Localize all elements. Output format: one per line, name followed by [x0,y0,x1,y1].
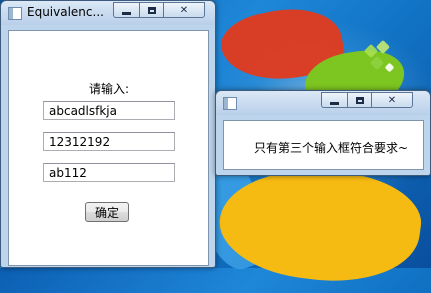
wallpaper-hexagons [362,39,402,82]
minimize-icon [122,11,131,15]
dialog-client: 只有第三个输入框符合要求~ [223,120,424,170]
main-window-title: Equivalenc... [27,5,104,19]
wallpaper-red-shape [216,0,348,92]
main-window-caption-buttons: ✕ [113,2,205,18]
close-icon: ✕ [179,4,189,16]
input-field-3[interactable]: ab112 [43,163,175,182]
input-field-1[interactable]: abcadlsfkja [43,101,175,120]
dialog-message: 只有第三个输入框符合要求~ [254,141,409,155]
dialog-close-button[interactable]: ✕ [371,92,413,108]
dialog-minimize-button[interactable] [321,92,347,108]
message-dialog: ✕ 只有第三个输入框符合要求~ [215,90,431,176]
app-window-icon [223,97,237,110]
dialog-caption-buttons: ✕ [321,92,413,108]
minimize-button[interactable] [113,2,139,18]
dialog-maximize-button[interactable] [347,92,371,108]
maximize-button[interactable] [139,2,163,18]
main-window-titlebar[interactable]: Equivalenc... ✕ [1,1,215,25]
main-window: Equivalenc... ✕ 请输入: abcadlsfkja 1231219… [0,0,216,268]
close-icon: ✕ [387,94,397,106]
wallpaper-yellow-shape [213,156,427,293]
main-window-client: 请输入: abcadlsfkja 12312192 ab112 确定 [8,30,209,266]
dialog-titlebar[interactable]: ✕ [216,91,430,115]
close-button[interactable]: ✕ [163,2,205,18]
app-window-icon [8,7,22,20]
maximize-icon [147,6,156,14]
prompt-label: 请输入: [89,82,130,96]
input-field-2[interactable]: 12312192 [43,132,175,151]
minimize-icon [330,101,339,105]
ok-button[interactable]: 确定 [85,202,129,222]
maximize-icon [355,96,364,104]
